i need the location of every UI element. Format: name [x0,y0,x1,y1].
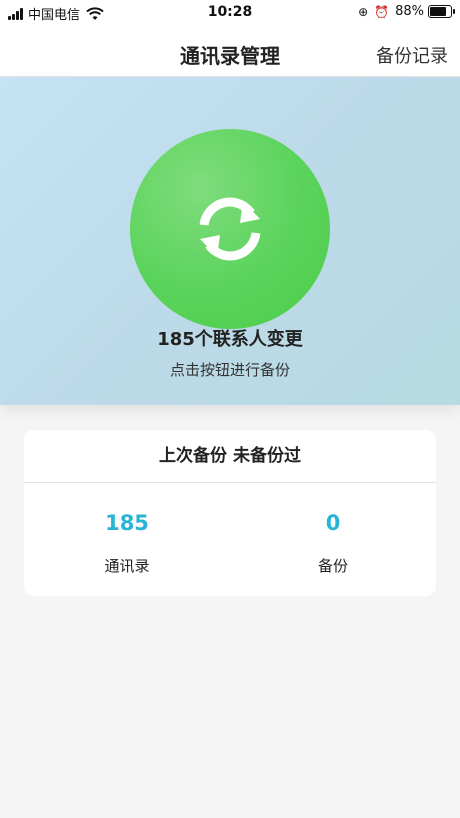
stat-backups: 0 备份 [230,483,436,576]
backup-records-button[interactable]: 备份记录 [376,42,448,68]
battery-icon [428,5,455,18]
battery-percent: 88% [395,4,424,19]
status-right: ⊕ ⏰ 88% [358,4,455,19]
hero-panel: 185个联系人变更 点击按钮进行备份 [0,77,460,405]
alarm-icon: ⏰ [374,4,390,19]
backup-button[interactable] [130,129,330,329]
nav-bar: 通讯录管理 备份记录 [0,24,460,77]
contacts-changed-count: 185个联系人变更 [157,329,303,350]
status-bar: 中国电信 10:28 ⊕ ⏰ 88% [0,0,460,24]
stat-contacts-label: 通讯录 [104,557,150,575]
last-backup-label: 上次备份 [159,446,227,466]
last-backup-header: 上次备份 未备份过 [24,430,436,483]
orientation-lock-icon: ⊕ [358,4,369,19]
stats-row: 185 通讯录 0 备份 [24,483,436,576]
backup-summary-card: 上次备份 未备份过 185 通讯录 0 备份 [24,430,436,596]
backup-hint: 点击按钮进行备份 [169,361,290,379]
last-backup-value: 未备份过 [233,446,301,466]
battery-fill [430,7,446,16]
stat-contacts-value: 185 [105,511,149,535]
stat-backups-value: 0 [325,511,341,535]
stat-backups-label: 备份 [317,557,348,575]
stat-contacts: 185 通讯录 [24,483,230,576]
sync-icon [199,197,261,261]
